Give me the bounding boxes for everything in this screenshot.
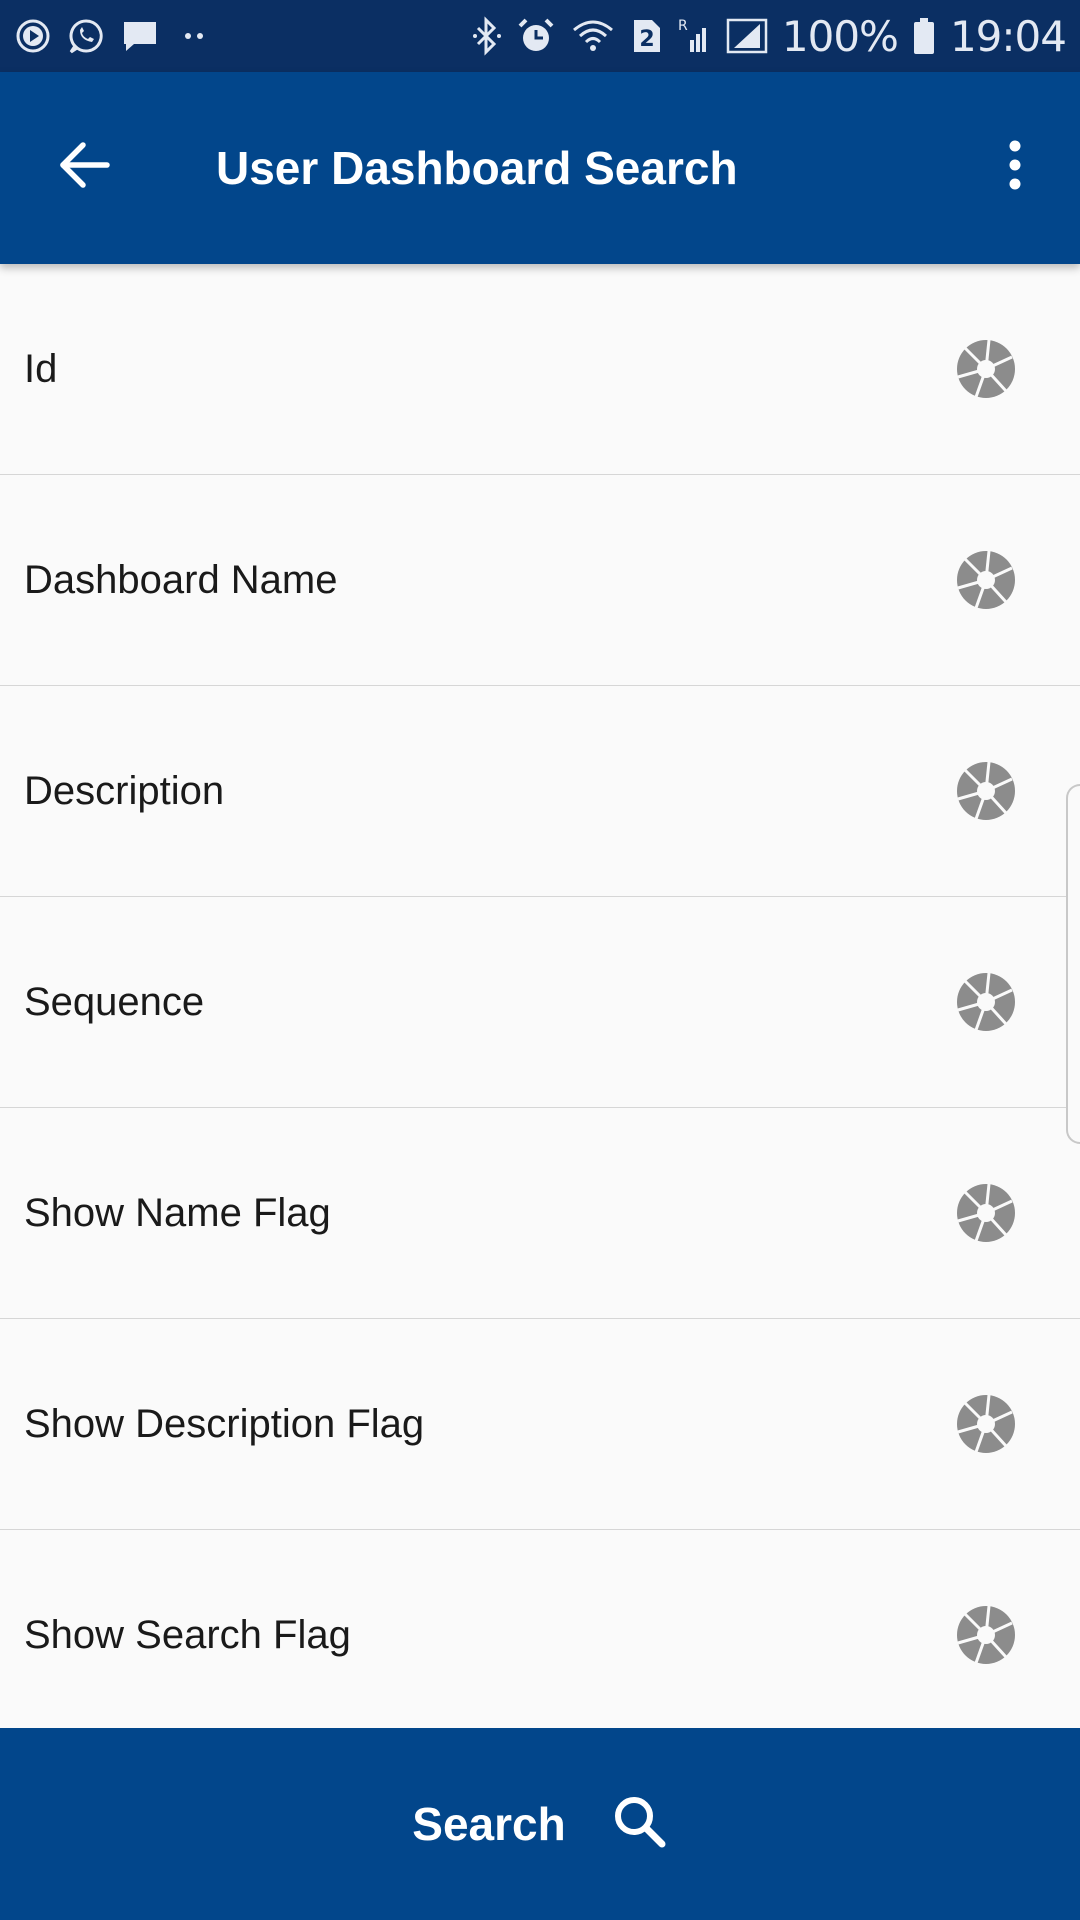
status-bar-right: 2 R 100% 19:04: [472, 11, 1067, 61]
edge-panel-handle[interactable]: [1066, 784, 1080, 1144]
overflow-menu-icon: [1008, 140, 1022, 195]
field-item-show-name-flag[interactable]: Show Name Flag: [0, 1108, 1080, 1319]
aperture-icon[interactable]: [956, 761, 1016, 821]
more-dots-icon: [174, 26, 214, 46]
field-item-show-search-flag[interactable]: Show Search Flag: [0, 1530, 1080, 1741]
battery-percent: 100%: [781, 11, 899, 61]
search-button-label: Search: [412, 1798, 566, 1850]
field-item-id[interactable]: Id: [0, 264, 1080, 475]
status-bar-left: [14, 16, 214, 56]
field-item-sequence[interactable]: Sequence: [0, 897, 1080, 1108]
field-label: Id: [24, 346, 58, 391]
signal-roaming-icon: R: [676, 16, 712, 56]
alarm-icon: [516, 16, 556, 56]
bluetooth-icon: [472, 16, 502, 56]
overflow-menu-button[interactable]: [980, 122, 1050, 212]
field-label: Dashboard Name: [24, 557, 338, 602]
back-button[interactable]: [40, 122, 130, 212]
field-label: Show Search Flag: [24, 1612, 351, 1657]
wifi-icon: [570, 16, 616, 56]
aperture-icon[interactable]: [956, 1394, 1016, 1454]
aperture-icon[interactable]: [956, 550, 1016, 610]
aperture-icon[interactable]: [956, 972, 1016, 1032]
field-item-show-description-flag[interactable]: Show Description Flag: [0, 1319, 1080, 1530]
field-label: Show Name Flag: [24, 1190, 331, 1235]
page-title: User Dashboard Search: [216, 142, 738, 194]
message-icon: [120, 16, 160, 56]
field-label: Description: [24, 768, 225, 813]
status-bar: 2 R 100% 19:04: [0, 0, 1080, 72]
arrow-left-icon: [59, 141, 111, 194]
clock: 19:04: [949, 11, 1067, 61]
field-list: Id Dashboard Name Description Sequence S…: [0, 264, 1080, 1741]
aperture-icon[interactable]: [956, 1183, 1016, 1243]
battery-icon: [912, 16, 936, 56]
field-item-dashboard-name[interactable]: Dashboard Name: [0, 475, 1080, 686]
roaming-indicator: R: [678, 18, 688, 34]
field-item-description[interactable]: Description: [0, 686, 1080, 897]
field-label: Sequence: [24, 979, 205, 1024]
aperture-icon[interactable]: [956, 339, 1016, 399]
aperture-icon[interactable]: [956, 1605, 1016, 1665]
app-bar: User Dashboard Search: [0, 72, 1080, 264]
whatsapp-icon: [66, 16, 106, 56]
signal-icon: [726, 16, 768, 56]
sim-slot-number: 2: [639, 27, 654, 52]
media-play-icon: [14, 17, 52, 55]
magnifier-icon: [612, 1794, 668, 1855]
search-button[interactable]: Search: [0, 1728, 1080, 1920]
field-label: Show Description Flag: [24, 1401, 425, 1446]
sim-icon: 2: [630, 18, 662, 54]
